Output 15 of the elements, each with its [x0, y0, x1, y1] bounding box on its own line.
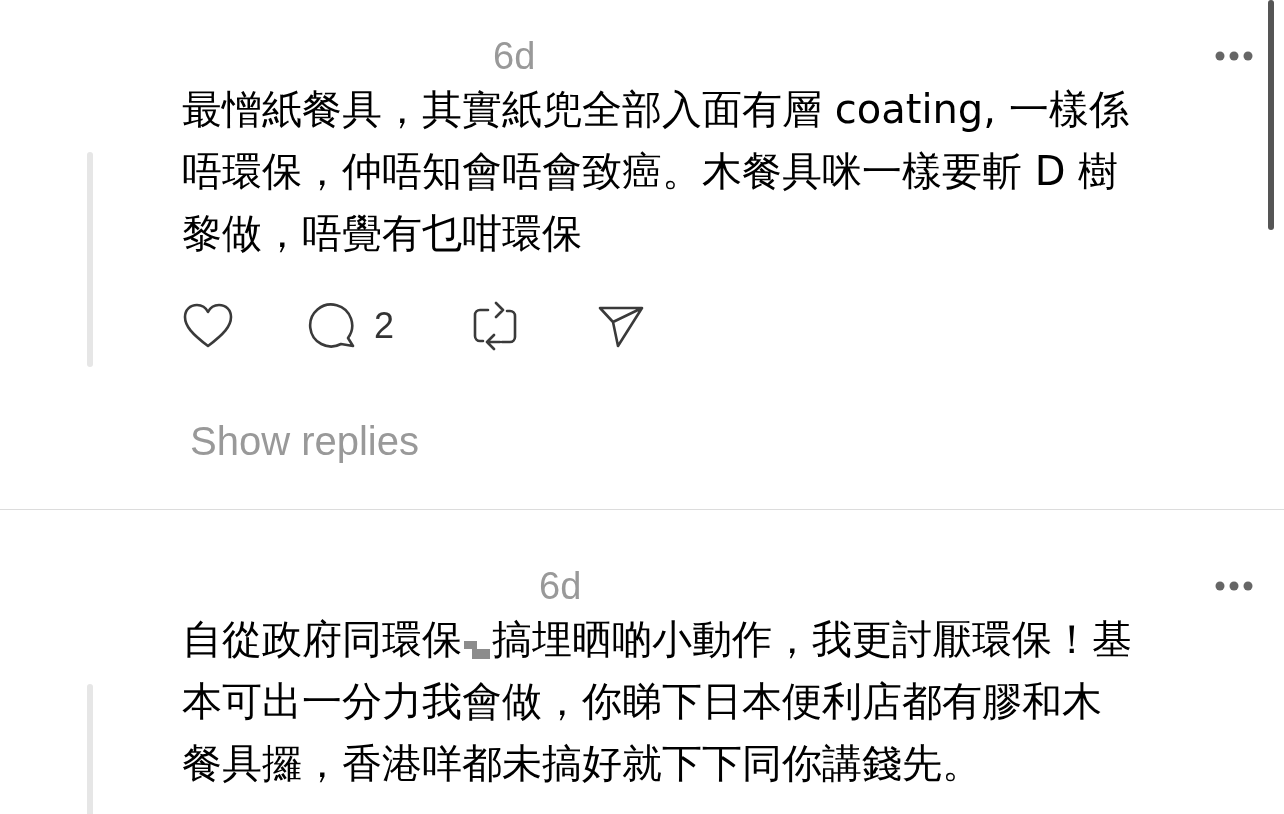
comment-text: 自從政府同環保 — [182, 615, 462, 664]
more-icon[interactable] — [1214, 580, 1254, 592]
comment-text: 餐具攞，香港咩都未搞好就下下同你講錢先。 — [182, 739, 982, 788]
heart-icon[interactable] — [182, 302, 234, 350]
comment-text: 本可出一分力我會做，你睇下日本便利店都有膠和木 — [182, 677, 1102, 726]
timestamp: 6d — [539, 564, 582, 608]
timestamp: 6d — [493, 34, 536, 78]
show-replies-button[interactable]: Show replies — [190, 417, 419, 465]
comment-text: 唔環保，仲唔知會唔會致癌。木餐具咪一樣要斬 D 樹 — [182, 147, 1119, 196]
comment-text: 搞埋晒啲小動作，我更討厭環保！基 — [492, 615, 1132, 664]
more-icon[interactable] — [1214, 50, 1254, 62]
comment-text: 黎做，唔覺有乜咁環保 — [182, 209, 582, 258]
redaction-icon — [464, 641, 490, 659]
comment-text: 最憎紙餐具，其實紙兜全部入面有層 coating, 一樣係 — [182, 85, 1129, 134]
reply-count: 2 — [374, 305, 395, 347]
